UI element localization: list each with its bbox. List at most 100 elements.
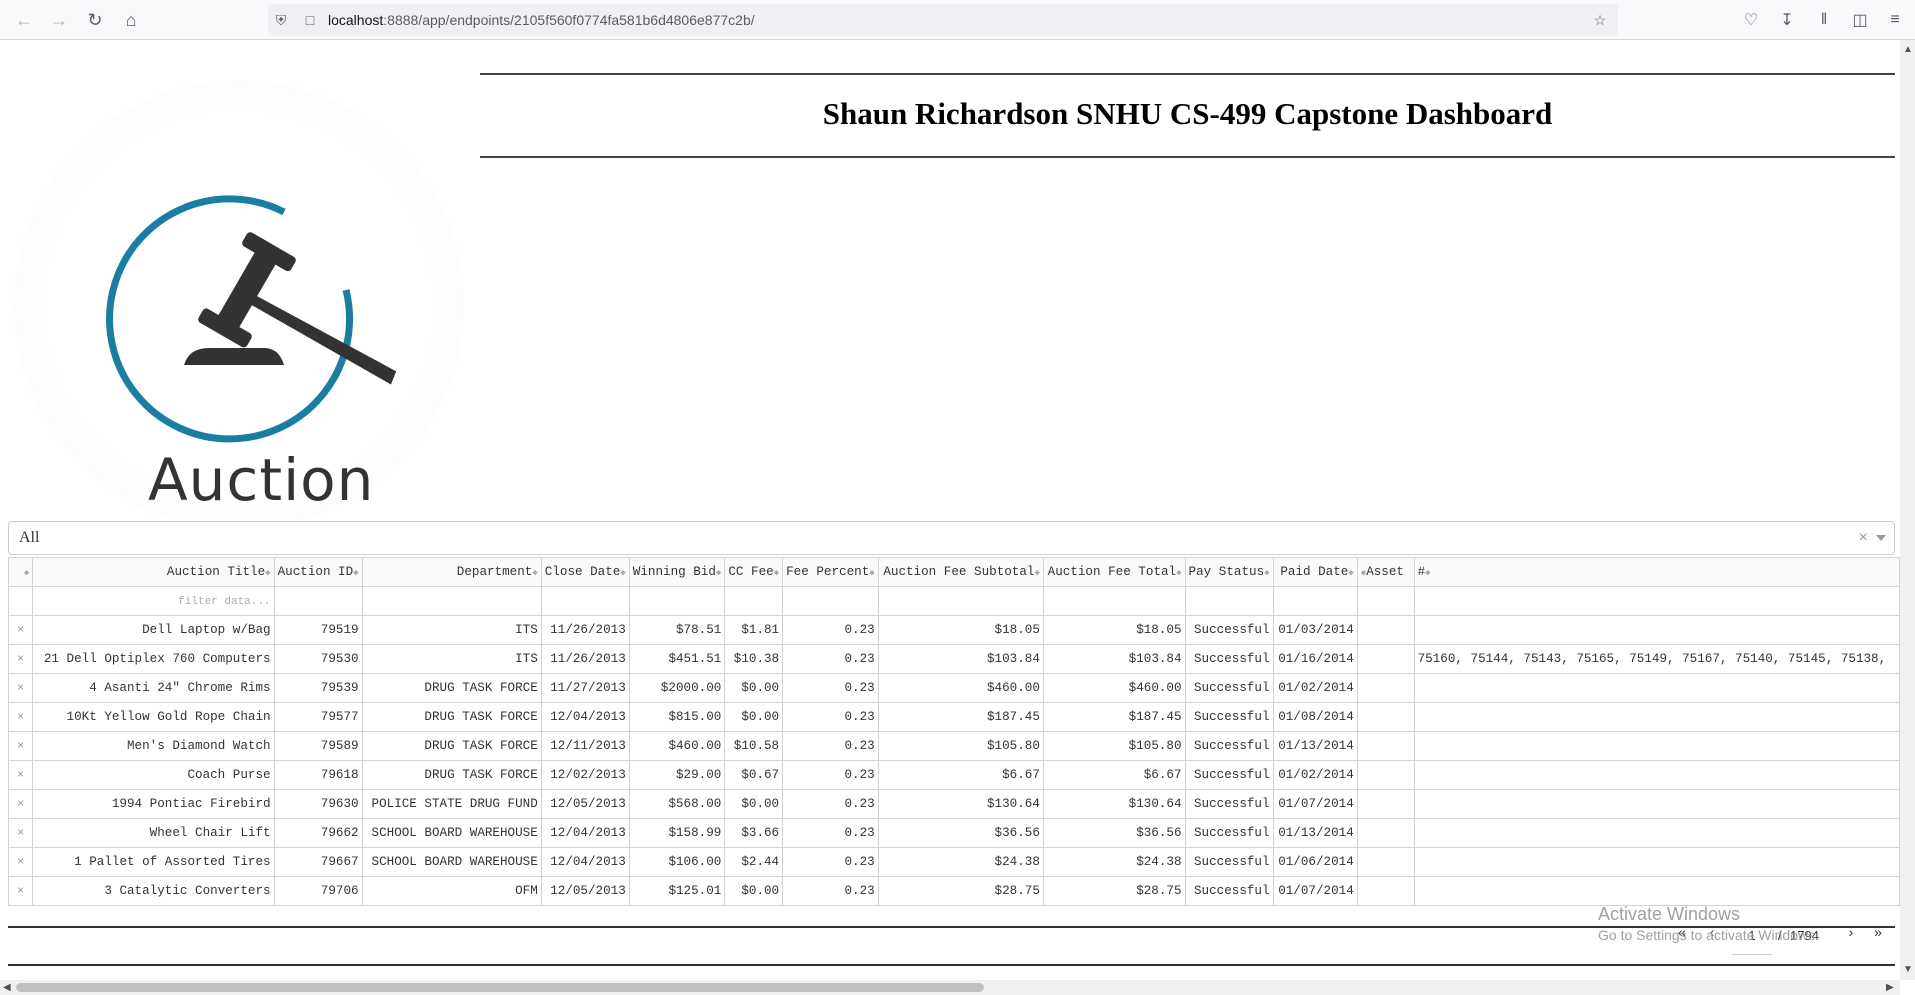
table-cell[interactable]: DRUG TASK FORCE bbox=[361, 702, 542, 732]
table-cell[interactable]: 79577 bbox=[273, 702, 363, 732]
sort-icon[interactable]: ◆ bbox=[620, 568, 625, 578]
table-cell[interactable] bbox=[1413, 818, 1900, 848]
table-cell[interactable] bbox=[1356, 731, 1415, 761]
filter-input[interactable] bbox=[1042, 586, 1186, 616]
table-cell[interactable]: 79706 bbox=[273, 876, 363, 906]
table-cell[interactable]: $2.44 bbox=[724, 847, 784, 877]
table-cell[interactable]: 0.23 bbox=[782, 644, 879, 674]
table-cell[interactable]: $36.56 bbox=[877, 818, 1044, 848]
table-cell[interactable]: $125.01 bbox=[628, 876, 726, 906]
table-cell[interactable]: $0.00 bbox=[724, 789, 784, 819]
reload-icon[interactable]: ↻ bbox=[81, 6, 109, 34]
page-icon[interactable]: □ bbox=[300, 10, 320, 30]
filter-input[interactable] bbox=[540, 586, 630, 616]
table-cell[interactable]: Successful bbox=[1184, 789, 1274, 819]
table-cell[interactable]: $815.00 bbox=[628, 702, 726, 732]
filter-input[interactable] bbox=[782, 586, 879, 616]
table-cell[interactable]: 01/07/2014 bbox=[1272, 789, 1358, 819]
table-cell[interactable]: $28.75 bbox=[1042, 876, 1186, 906]
table-cell[interactable]: 0.23 bbox=[782, 789, 879, 819]
table-cell[interactable]: 01/13/2014 bbox=[1272, 818, 1358, 848]
table-cell[interactable]: 11/26/2013 bbox=[540, 644, 630, 674]
last-page-button[interactable]: » bbox=[1868, 924, 1888, 946]
table-cell[interactable]: 0.23 bbox=[782, 702, 879, 732]
table-cell[interactable]: $28.75 bbox=[877, 876, 1044, 906]
table-cell[interactable]: 12/04/2013 bbox=[540, 847, 630, 877]
table-cell[interactable]: SCHOOL BOARD WAREHOUSE bbox=[361, 847, 542, 877]
table-cell[interactable] bbox=[1413, 702, 1900, 732]
table-cell[interactable]: 79539 bbox=[273, 673, 363, 703]
table-cell[interactable]: $460.00 bbox=[628, 731, 726, 761]
table-cell[interactable] bbox=[1356, 847, 1415, 877]
filter-input[interactable] bbox=[361, 586, 542, 616]
shield-icon[interactable]: ⛨ bbox=[271, 10, 291, 30]
bookmark-star-icon[interactable]: ☆ bbox=[1590, 10, 1610, 30]
table-cell[interactable]: 0.23 bbox=[782, 818, 879, 848]
table-cell[interactable]: 1 Pallet of Assorted Tires bbox=[32, 847, 275, 877]
filter-input[interactable] bbox=[628, 586, 726, 616]
filter-input[interactable] bbox=[724, 586, 784, 616]
sort-icon[interactable]: ◆ bbox=[1176, 568, 1181, 578]
table-cell[interactable]: $187.45 bbox=[1042, 702, 1186, 732]
table-cell[interactable]: $29.00 bbox=[628, 760, 726, 790]
download-icon[interactable]: ↧ bbox=[1773, 6, 1801, 34]
sort-icon[interactable]: ◆ bbox=[24, 568, 29, 578]
table-cell[interactable]: 01/03/2014 bbox=[1272, 615, 1358, 645]
table-cell[interactable]: 11/26/2013 bbox=[540, 615, 630, 645]
table-cell[interactable]: 01/16/2014 bbox=[1272, 644, 1358, 674]
sort-icon[interactable]: ◆ bbox=[869, 568, 874, 578]
table-cell[interactable]: 12/02/2013 bbox=[540, 760, 630, 790]
url-text[interactable]: localhost:8888/app/endpoints/2105f560f07… bbox=[328, 12, 755, 28]
table-cell[interactable]: $158.99 bbox=[628, 818, 726, 848]
table-cell[interactable]: $103.84 bbox=[1042, 644, 1186, 674]
table-cell[interactable]: $18.05 bbox=[877, 615, 1044, 645]
table-cell[interactable]: $6.67 bbox=[877, 760, 1044, 790]
table-cell[interactable]: 01/02/2014 bbox=[1272, 673, 1358, 703]
table-cell[interactable]: 79519 bbox=[273, 615, 363, 645]
column-header-auction-fee-subtotal[interactable]: Auction Fee Subtotal◆ bbox=[877, 557, 1044, 587]
menu-icon[interactable]: ≡ bbox=[1881, 6, 1909, 34]
table-cell[interactable]: $2000.00 bbox=[628, 673, 726, 703]
scroll-right-icon[interactable]: ▶ bbox=[1886, 982, 1894, 993]
table-cell[interactable]: $0.00 bbox=[724, 673, 784, 703]
sidebar-icon[interactable]: ◫ bbox=[1846, 6, 1874, 34]
filter-input-auction-title[interactable]: filter data... bbox=[32, 586, 275, 616]
table-cell[interactable]: $105.80 bbox=[877, 731, 1044, 761]
filter-input[interactable] bbox=[1184, 586, 1274, 616]
clear-icon[interactable]: × bbox=[1859, 529, 1868, 547]
table-cell[interactable]: 01/08/2014 bbox=[1272, 702, 1358, 732]
table-cell[interactable]: 1994 Pontiac Firebird bbox=[32, 789, 275, 819]
delete-row-icon[interactable]: × bbox=[8, 847, 34, 877]
table-cell[interactable]: 0.23 bbox=[782, 847, 879, 877]
table-cell[interactable]: Coach Purse bbox=[32, 760, 275, 790]
column-header-auction-id[interactable]: Auction ID◆ bbox=[273, 557, 363, 587]
table-cell[interactable] bbox=[1413, 847, 1900, 877]
table-cell[interactable] bbox=[1413, 760, 1900, 790]
table-cell[interactable]: $6.67 bbox=[1042, 760, 1186, 790]
delete-row-icon[interactable]: × bbox=[8, 731, 34, 761]
table-cell[interactable]: Successful bbox=[1184, 644, 1274, 674]
sort-icon[interactable]: ◆ bbox=[532, 568, 537, 578]
table-cell[interactable]: 4 Asanti 24" Chrome Rims bbox=[32, 673, 275, 703]
table-cell[interactable]: 79530 bbox=[273, 644, 363, 674]
sort-icon[interactable]: ◆ bbox=[353, 568, 358, 578]
horizontal-scroll-thumb[interactable] bbox=[16, 983, 984, 992]
table-cell[interactable]: 01/06/2014 bbox=[1272, 847, 1358, 877]
delete-row-icon[interactable]: × bbox=[8, 789, 34, 819]
vertical-scrollbar[interactable]: ▲ ▼ bbox=[1900, 40, 1915, 980]
table-cell[interactable]: $3.66 bbox=[724, 818, 784, 848]
sort-icon[interactable]: ◆ bbox=[1264, 568, 1269, 578]
table-cell[interactable]: Successful bbox=[1184, 615, 1274, 645]
filter-dropdown[interactable]: All × bbox=[8, 521, 1895, 555]
table-cell[interactable]: SCHOOL BOARD WAREHOUSE bbox=[361, 818, 542, 848]
table-cell[interactable] bbox=[1413, 876, 1900, 906]
table-cell[interactable]: $78.51 bbox=[628, 615, 726, 645]
back-icon[interactable]: ← bbox=[10, 6, 38, 34]
table-cell[interactable]: $0.00 bbox=[724, 876, 784, 906]
scroll-down-icon[interactable]: ▼ bbox=[1903, 964, 1913, 975]
column-header-cc-fee[interactable]: CC Fee◆ bbox=[724, 557, 784, 587]
table-cell[interactable]: 79667 bbox=[273, 847, 363, 877]
home-icon[interactable]: ⌂ bbox=[117, 6, 145, 34]
column-header-pay-status[interactable]: Pay Status◆ bbox=[1184, 557, 1274, 587]
address-bar[interactable]: ⛨ □ localhost:8888/app/endpoints/2105f56… bbox=[268, 4, 1618, 36]
